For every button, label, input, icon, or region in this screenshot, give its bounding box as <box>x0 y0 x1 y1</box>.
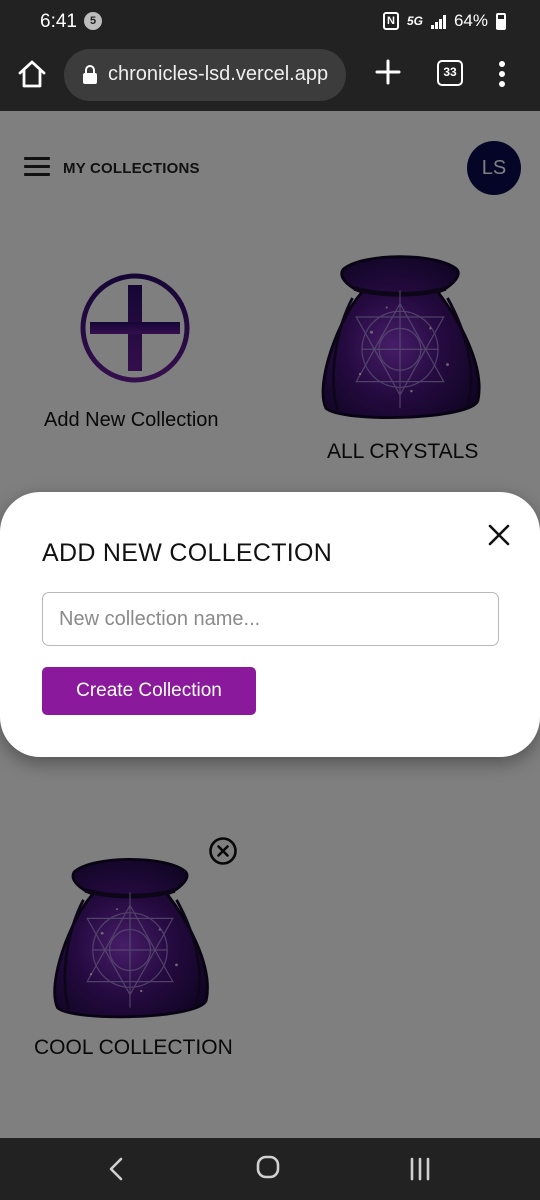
browser-toolbar: chronicles-lsd.vercel.app 33 <box>0 42 540 111</box>
battery-icon <box>496 12 506 30</box>
modal-title: ADD NEW COLLECTION <box>42 539 333 567</box>
nfc-icon: N <box>382 12 399 30</box>
collection-name-input[interactable] <box>42 592 499 646</box>
tab-count-button[interactable]: 33 <box>437 60 463 86</box>
circle-home-icon[interactable] <box>256 1155 280 1179</box>
address-bar[interactable]: chronicles-lsd.vercel.app <box>64 49 346 101</box>
more-vert-icon[interactable] <box>492 56 512 92</box>
lock-icon <box>83 65 97 84</box>
battery-percent: 64% <box>453 11 488 30</box>
add-collection-modal: ADD NEW COLLECTION Create Collection <box>0 492 540 757</box>
signal-icon <box>430 13 446 29</box>
close-icon[interactable] <box>486 522 512 548</box>
url-text: chronicles-lsd.vercel.app <box>108 63 329 85</box>
plus-icon[interactable] <box>372 56 404 88</box>
recent-apps-icon[interactable] <box>407 1156 433 1182</box>
system-nav-bar <box>0 1138 540 1200</box>
home-icon[interactable] <box>14 56 50 92</box>
notification-count-badge: 5 <box>84 12 102 30</box>
status-time: 6:41 <box>40 11 77 32</box>
status-bar: 6:41 5 N 5G 64% <box>0 0 540 42</box>
status-indicators: N 5G 64% <box>382 11 506 31</box>
create-collection-button[interactable]: Create Collection <box>42 667 256 715</box>
chevron-left-icon[interactable] <box>104 1156 130 1182</box>
network-type: 5G <box>406 14 423 28</box>
